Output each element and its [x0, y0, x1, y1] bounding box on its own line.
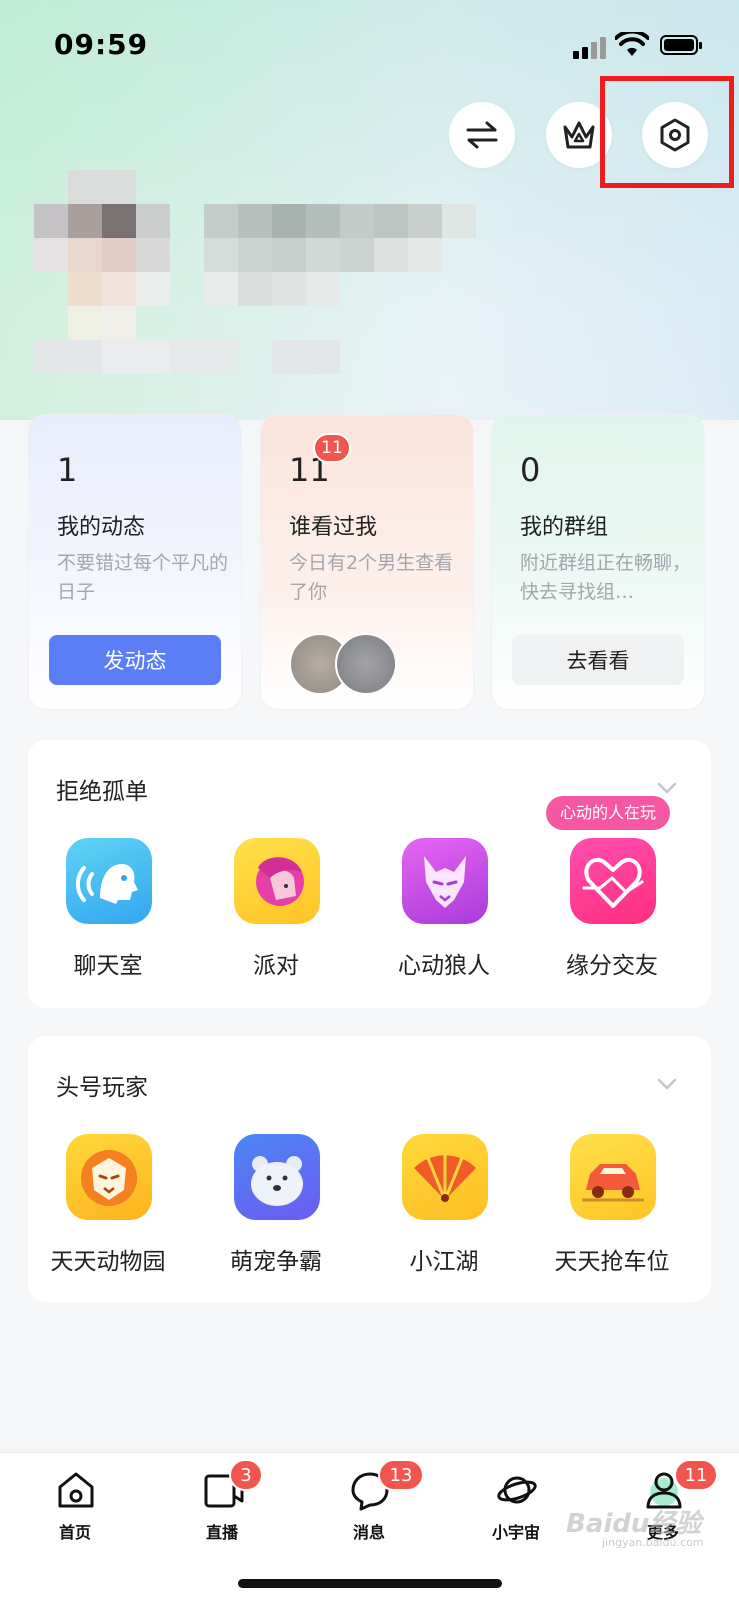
post-button[interactable]: 发动态 [49, 635, 221, 685]
tab-badge: 3 [229, 1459, 263, 1491]
chevron-down-icon[interactable] [657, 1074, 677, 1094]
app-label: 聊天室 [73, 953, 143, 979]
switch-account-button[interactable] [449, 102, 515, 168]
home-icon [58, 1472, 94, 1508]
status-time: 09:59 [54, 28, 149, 61]
app-label: 天天动物园 [50, 1249, 166, 1275]
heart-match-icon [570, 838, 656, 924]
party-icon [234, 838, 320, 924]
app-label: 天天抢车位 [554, 1249, 670, 1275]
user-info [34, 340, 340, 374]
visitors-desc: 今日有2个男生查看了你 [289, 552, 454, 603]
tab-label: 小宇宙 [491, 1523, 540, 1542]
watermark-url: jingyan.baidu.com [602, 1536, 704, 1549]
section-top-players: 头号玩家 天天动物园 萌宠争霸 小江湖 天天抢车位 [28, 1036, 711, 1302]
section-no-loneliness: 拒绝孤单 聊天室 派对 心动狼人 心动的人在玩 缘分交友 [28, 740, 711, 1008]
bear-icon [234, 1134, 320, 1220]
visitor-avatar [335, 633, 397, 695]
home-indicator[interactable] [238, 1579, 502, 1588]
app-label: 小江湖 [409, 1249, 479, 1275]
app-party[interactable]: 派对 [196, 838, 356, 979]
tab-messages[interactable]: 13 消息 [314, 1459, 424, 1555]
battery-icon [660, 35, 702, 55]
chatroom-icon [66, 838, 152, 924]
app-label: 心动狼人 [398, 953, 490, 979]
tab-label: 直播 [205, 1523, 238, 1542]
planet-icon [497, 1476, 537, 1504]
trending-tag: 心动的人在玩 [546, 796, 671, 830]
section-title: 头号玩家 [56, 1075, 148, 1101]
lion-icon [66, 1134, 152, 1220]
cellular-signal-icon [573, 35, 607, 59]
view-groups-button[interactable]: 去看看 [512, 635, 684, 685]
section-title: 拒绝孤单 [56, 779, 148, 805]
app-zoo[interactable]: 天天动物园 [28, 1134, 188, 1275]
watermark: Baidu经验 [566, 1509, 702, 1539]
posts-title: 我的动态 [57, 515, 146, 540]
visitors-card[interactable]: 11 11 谁看过我 今日有2个男生查看了你 [260, 414, 474, 710]
groups-count: 0 [520, 451, 541, 489]
crown-icon [563, 121, 595, 149]
werewolf-icon [402, 838, 488, 924]
app-label: 萌宠争霸 [230, 1249, 322, 1275]
app-parking[interactable]: 天天抢车位 [532, 1134, 692, 1275]
car-icon [570, 1134, 656, 1220]
switch-icon [466, 121, 498, 149]
tab-badge: 13 [378, 1459, 424, 1491]
tab-planet[interactable]: 小宇宙 [461, 1465, 571, 1555]
app-label: 派对 [253, 953, 299, 979]
app-jianghu[interactable]: 小江湖 [364, 1134, 524, 1275]
tab-home[interactable]: 首页 [20, 1465, 130, 1555]
app-heart-match[interactable]: 心动的人在玩 缘分交友 [532, 796, 692, 979]
wifi-icon [615, 32, 649, 56]
posts-desc: 不要错过每个平凡的日子 [57, 552, 229, 603]
username [204, 204, 476, 306]
groups-desc: 附近群组正在畅聊，快去寻找组… [520, 552, 692, 603]
visitors-badge: 11 [313, 433, 351, 463]
posts-count: 1 [57, 451, 78, 489]
tab-label: 消息 [352, 1523, 385, 1542]
my-posts-card[interactable]: 1 我的动态 不要错过每个平凡的日子 发动态 [28, 414, 242, 710]
my-groups-card[interactable]: 0 我的群组 附近群组正在畅聊，快去寻找组… 去看看 [491, 414, 705, 710]
fan-icon [402, 1134, 488, 1220]
settings-highlight-box [600, 76, 734, 188]
app-werewolf[interactable]: 心动狼人 [364, 838, 524, 979]
app-pet-battle[interactable]: 萌宠争霸 [196, 1134, 356, 1275]
groups-title: 我的群组 [520, 515, 609, 540]
app-chatroom[interactable]: 聊天室 [28, 838, 188, 979]
tab-badge: 11 [674, 1459, 718, 1491]
tab-label: 首页 [58, 1523, 91, 1542]
tab-live[interactable]: 3 直播 [167, 1459, 277, 1555]
chevron-down-icon[interactable] [657, 778, 677, 798]
app-label: 缘分交友 [566, 953, 658, 979]
visitors-title: 谁看过我 [289, 515, 378, 540]
